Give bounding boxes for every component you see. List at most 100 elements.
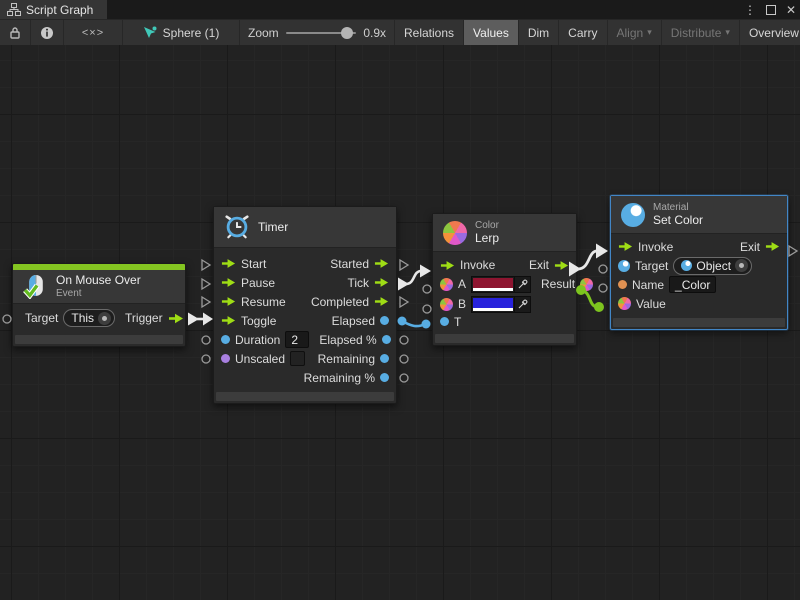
zoom-label: Zoom [248,26,279,40]
material-port-icon [618,260,630,272]
value-port-icon [221,354,230,363]
node-category: Color [475,220,499,232]
lerp-invoke-row: Invoke Exit [433,256,576,274]
lerp-a-row: A Result [433,274,576,294]
color-port-icon [618,297,631,310]
close-button[interactable]: ✕ [786,3,796,17]
timer-unscaled-port[interactable] [202,355,210,363]
timer-elapsed-pct-port[interactable] [400,336,408,344]
node-color-lerp[interactable]: Color Lerp Invoke Exit A [432,213,577,346]
setcolor-value-row: Value [611,294,787,313]
node-set-color[interactable]: Material Set Color Invoke Exit Target Ob… [610,195,788,330]
node-footer [435,334,574,343]
window-menu-button[interactable]: ⋮ [744,3,756,17]
node-header: On Mouse Over Event [13,270,185,304]
lerp-b-port[interactable] [423,305,431,313]
value-port-icon [380,354,389,363]
values-button[interactable]: Values [464,20,519,45]
event-target-row: Target This Trigger [13,307,185,329]
code-toggle-label: <×> [82,27,104,39]
tab-script-graph[interactable]: Script Graph [0,0,107,19]
tab-title: Script Graph [26,3,93,17]
node-subtitle: Event [56,288,141,300]
timer-row-remaining-pct: Remaining % [214,368,396,387]
node-header: Color Lerp [433,214,576,252]
flow-arrow-icon [374,258,389,269]
target-this-pill[interactable]: This [63,309,115,327]
setcolor-name-row: Name _Color [611,275,787,294]
zoom-slider-handle[interactable] [341,27,353,39]
info-button[interactable] [31,20,64,45]
setcolor-invoke-row: Invoke Exit [611,237,787,256]
node-on-mouse-over[interactable]: On Mouse Over Event Target This Trigger [12,263,186,347]
node-header: Timer [214,207,396,248]
node-category: Material [653,202,703,214]
relations-button[interactable]: Relations [395,20,464,45]
timer-duration-port[interactable] [202,336,210,344]
lerp-t-row: T [433,314,576,329]
graph-icon [7,3,21,16]
code-toggle-button[interactable]: <×> [64,20,123,45]
timer-remaining-pct-port[interactable] [400,374,408,382]
setcolor-target-row: Target Object [611,256,787,275]
node-title: On Mouse Over [56,274,141,288]
eyedropper-icon[interactable] [514,297,530,312]
timer-completed-port[interactable] [400,297,408,307]
color-wheel-icon [443,221,467,245]
graph-canvas[interactable]: On Mouse Over Event Target This Trigger [0,45,800,600]
target-label: Target [25,311,58,325]
timer-pause-port[interactable] [202,279,210,289]
timer-resume-port[interactable] [202,297,210,307]
value-port-icon [380,316,389,325]
flow-arrow-icon [765,241,780,252]
timer-started-port[interactable] [400,260,408,270]
target-object-pill[interactable]: Object [673,257,752,275]
color-a-field[interactable] [471,276,531,293]
unscaled-checkbox[interactable] [290,351,305,366]
color-b-field[interactable] [471,296,531,313]
chevron-down-icon: ▾ [725,27,730,38]
lerp-a-port[interactable] [423,285,431,293]
wire-trigger-to-toggle[interactable] [188,313,213,326]
zoom-value: 0.9x [363,26,386,40]
distribute-button[interactable]: Distribute▾ [662,20,740,45]
object-picker-icon[interactable] [735,259,748,272]
maximize-button[interactable] [766,5,776,15]
event-target-input-port[interactable] [3,315,11,323]
flow-arrow-icon [440,260,455,271]
value-port-icon [440,317,449,326]
wire-elapsed-to-t[interactable] [398,317,431,329]
overview-button[interactable]: Overview [740,20,800,45]
node-title: Lerp [475,232,499,246]
flow-arrow-icon [374,296,389,307]
node-title: Timer [258,220,288,234]
lock-icon [9,26,21,39]
lock-button[interactable] [0,20,31,45]
duration-input[interactable]: 2 [285,331,309,348]
timer-remaining-port[interactable] [400,355,408,363]
flow-arrow-icon [221,296,236,307]
graph-toolbar: <×> Sphere (1) Zoom 0.9x Relations Value… [0,19,800,45]
setcolor-name-port[interactable] [599,284,607,292]
node-footer [15,335,183,344]
flow-arrow-icon [221,315,236,326]
zoom-slider[interactable] [286,32,357,34]
dim-button[interactable]: Dim [519,20,559,45]
zoom-control: Zoom 0.9x [240,20,395,45]
timer-start-port[interactable] [202,260,210,270]
setcolor-target-port[interactable] [599,265,607,273]
setcolor-exit-port[interactable] [789,246,797,256]
eyedropper-icon[interactable] [514,277,530,292]
titlebar: Script Graph ⋮ ✕ [0,0,800,19]
carry-button[interactable]: Carry [559,20,607,45]
timer-clock-icon [224,214,250,240]
align-button[interactable]: Align▾ [608,20,662,45]
object-picker-icon[interactable] [98,312,111,325]
name-input[interactable]: _Color [669,276,716,293]
selection-label: Sphere (1) [163,26,220,40]
color-port-icon [440,278,453,291]
flow-arrow-icon [374,277,389,288]
selection-indicator[interactable]: Sphere (1) [123,20,240,45]
value-port-icon [382,335,391,344]
node-timer[interactable]: Timer Start Started Pause Tick Resum [213,206,397,404]
